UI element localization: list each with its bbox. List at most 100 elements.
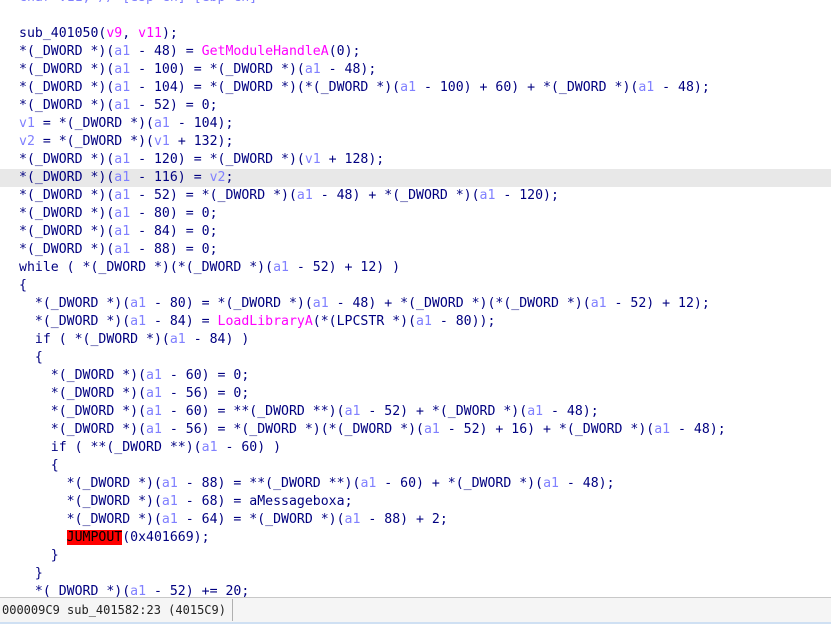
code-token[interactable]: a1 [400, 80, 416, 95]
code-token[interactable]: v1 [19, 116, 35, 131]
code-line[interactable]: { [0, 277, 831, 295]
code-token[interactable]: a1 [591, 296, 607, 311]
code-line[interactable]: } [0, 565, 831, 583]
code-line[interactable]: *(_DWORD *)(a1 - 52) = *(_DWORD *)(a1 - … [0, 187, 831, 205]
code-token[interactable]: v11 [138, 26, 162, 41]
code-lines[interactable]: char v11; // [esp-Ch] [ebp-Ch] sub_401050… [0, 0, 831, 597]
code-token: *(_DWORD *)( [19, 314, 131, 329]
code-token[interactable]: a1 [146, 404, 162, 419]
code-token[interactable]: v1 [305, 152, 321, 167]
code-token[interactable]: a1 [146, 368, 162, 383]
code-line[interactable]: *(_DWORD *)(a1 - 56) = *(_DWORD *)(*(_DW… [0, 421, 831, 439]
code-line[interactable]: *(_DWORD *)(a1 - 60) = 0; [0, 367, 831, 385]
code-line[interactable]: sub_401050(v9, v11); [0, 25, 831, 43]
code-token[interactable]: a1 [114, 98, 130, 113]
code-line[interactable]: *(_DWORD *)(a1 - 52) += 20; [0, 583, 831, 597]
code-token[interactable]: a1 [114, 170, 130, 185]
code-token[interactable]: a1 [114, 44, 130, 59]
code-token[interactable]: a1 [146, 386, 162, 401]
code-token[interactable]: a1 [416, 314, 432, 329]
code-token: - 100) + 60) + *(_DWORD *)( [416, 80, 639, 95]
code-line[interactable]: *(_DWORD *)(a1 - 60) = **(_DWORD **)(a1 … [0, 403, 831, 421]
code-line[interactable]: *(_DWORD *)(a1 - 84) = LoadLibraryA(*(LP… [0, 313, 831, 331]
code-line[interactable]: } [0, 547, 831, 565]
code-token[interactable]: GetModuleHandleA [202, 44, 329, 59]
code-token[interactable]: a1 [114, 152, 130, 167]
code-line[interactable]: v2 = *(_DWORD *)(v1 + 132); [0, 133, 831, 151]
code-token[interactable]: a1 [543, 476, 559, 491]
code-token[interactable]: a1 [297, 188, 313, 203]
code-line[interactable]: JUMPOUT(0x401669); [0, 529, 831, 547]
code-token[interactable]: a1 [114, 242, 130, 257]
code-token[interactable]: v1 [154, 134, 170, 149]
code-token[interactable]: a1 [130, 296, 146, 311]
code-line[interactable]: *(_DWORD *)(a1 - 100) = *(_DWORD *)(a1 -… [0, 61, 831, 79]
code-token: - 84) = [146, 314, 218, 329]
code-token[interactable]: a1 [162, 476, 178, 491]
code-token[interactable]: v2 [210, 170, 226, 185]
code-line[interactable]: { [0, 349, 831, 367]
code-token[interactable]: a1 [313, 296, 329, 311]
code-token: if ( **(_DWORD **)( [19, 440, 202, 455]
code-token: - 60) = 0; [161, 368, 250, 383]
code-token[interactable]: a1 [146, 422, 162, 437]
code-token: - 80) = *(_DWORD *)( [146, 296, 313, 311]
code-line[interactable]: if ( **(_DWORD **)(a1 - 60) ) [0, 439, 831, 457]
code-token[interactable]: a1 [130, 314, 146, 329]
code-line[interactable]: v1 = *(_DWORD *)(a1 - 104); [0, 115, 831, 133]
code-token[interactable]: a1 [638, 80, 654, 95]
code-token[interactable]: a1 [114, 62, 130, 77]
code-token[interactable]: a1 [170, 332, 186, 347]
code-token[interactable]: a1 [527, 404, 543, 419]
code-token: , [122, 26, 139, 41]
code-line[interactable]: char v11; // [esp-Ch] [ebp-Ch] [0, 0, 831, 7]
code-line[interactable]: *(_DWORD *)(a1 - 88) = **(_DWORD **)(a1 … [0, 475, 831, 493]
code-token[interactable]: a1 [114, 224, 130, 239]
code-token: - 116) = [130, 170, 210, 185]
code-token[interactable]: a1 [360, 476, 376, 491]
code-token: sub_401050( [19, 26, 107, 41]
code-token[interactable]: a1 [162, 494, 178, 509]
code-token[interactable]: a1 [305, 62, 321, 77]
code-line[interactable]: *(_DWORD *)(a1 - 48) = GetModuleHandleA(… [0, 43, 831, 61]
jumpout-error-token[interactable]: JUMPOUT [66, 530, 123, 545]
code-token[interactable]: a1 [345, 512, 361, 527]
code-token[interactable]: v2 [19, 134, 35, 149]
code-token[interactable]: a1 [154, 116, 170, 131]
code-line[interactable]: *(_DWORD *)(a1 - 68) = aMessageboxa; [0, 493, 831, 511]
code-line[interactable]: { [0, 457, 831, 475]
code-token: char v11; // [esp-Ch] [ebp-Ch] [19, 0, 257, 5]
code-token[interactable]: a1 [162, 512, 178, 527]
code-token[interactable]: a1 [114, 80, 130, 95]
code-token: *(_DWORD *)( [19, 476, 162, 491]
code-line[interactable]: *(_DWORD *)(a1 - 56) = 0; [0, 385, 831, 403]
code-token[interactable]: v9 [106, 26, 122, 41]
code-token[interactable]: a1 [273, 260, 289, 275]
code-line[interactable]: *(_DWORD *)(a1 - 120) = *(_DWORD *)(v1 +… [0, 151, 831, 169]
code-token[interactable]: a1 [654, 422, 670, 437]
code-token[interactable]: a1 [130, 584, 146, 597]
code-token[interactable]: a1 [345, 404, 361, 419]
code-line[interactable]: *(_DWORD *)(a1 - 80) = *(_DWORD *)(a1 - … [0, 295, 831, 313]
code-line[interactable]: *(_DWORD *)(a1 - 80) = 0; [0, 205, 831, 223]
code-token[interactable]: LoadLibraryA [218, 314, 313, 329]
code-token[interactable]: a1 [424, 422, 440, 437]
code-line[interactable]: if ( *(_DWORD *)(a1 - 84) ) [0, 331, 831, 349]
code-token[interactable]: a1 [480, 188, 496, 203]
code-line[interactable]: *(_DWORD *)(a1 - 88) = 0; [0, 241, 831, 259]
code-token[interactable]: a1 [114, 188, 130, 203]
code-line[interactable]: *(_DWORD *)(a1 - 84) = 0; [0, 223, 831, 241]
code-line[interactable]: *(_DWORD *)(a1 - 64) = *(_DWORD *)(a1 - … [0, 511, 831, 529]
pseudocode-view[interactable]: char v11; // [esp-Ch] [ebp-Ch] sub_401050… [0, 0, 831, 597]
code-token: - 104); [169, 116, 234, 131]
code-token[interactable]: a1 [202, 440, 218, 455]
code-line[interactable]: *(_DWORD *)(a1 - 52) = 0; [0, 97, 831, 115]
code-line[interactable]: while ( *(_DWORD *)(*(_DWORD *)(a1 - 52)… [0, 259, 831, 277]
code-token[interactable]: a1 [114, 206, 130, 221]
code-line[interactable]: *(_DWORD *)(a1 - 104) = *(_DWORD *)(*(_D… [0, 79, 831, 97]
code-token: ; [344, 494, 353, 509]
code-token: + 128); [320, 152, 385, 167]
code-line[interactable] [0, 7, 831, 25]
code-line-current[interactable]: *(_DWORD *)(a1 - 116) = v2; [0, 169, 831, 187]
code-token: (0x401669); [122, 530, 210, 545]
